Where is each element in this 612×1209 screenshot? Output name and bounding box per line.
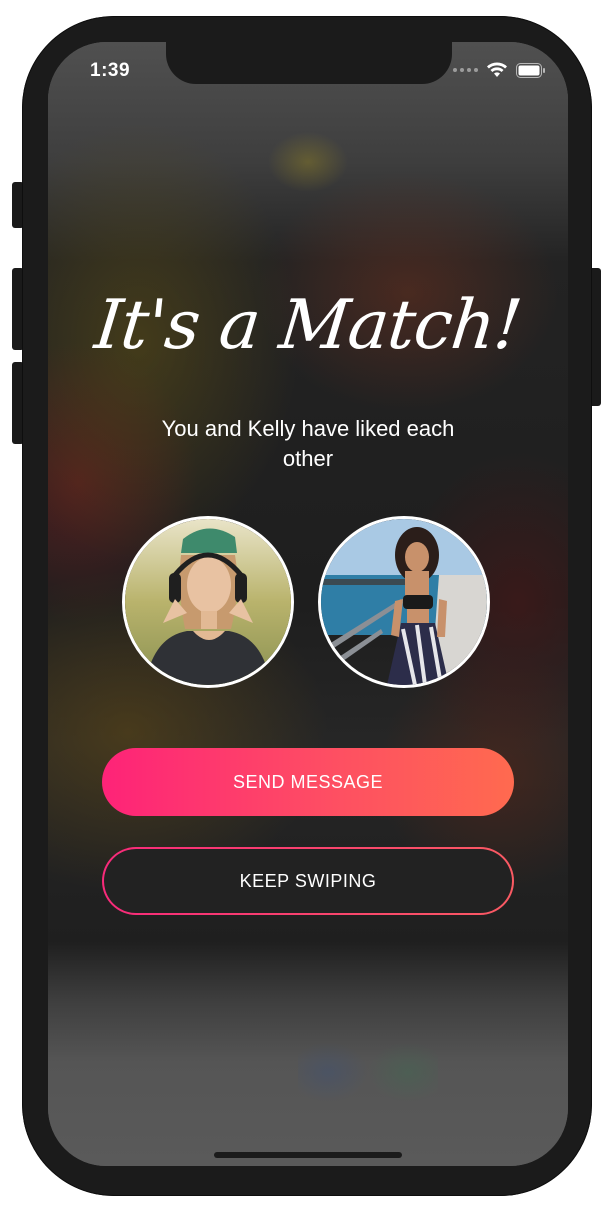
woman-by-the-sea-photo-icon — [321, 519, 487, 685]
status-icons — [453, 62, 546, 78]
home-indicator[interactable] — [214, 1152, 402, 1158]
match-screen: 1:39 It's a Match! You and Kelly have li… — [48, 42, 568, 1166]
blurred-dock — [298, 1042, 438, 1102]
send-message-button[interactable]: SEND MESSAGE — [102, 748, 514, 816]
cellular-signal-icon — [453, 68, 478, 72]
keep-swiping-button[interactable]: KEEP SWIPING — [102, 847, 514, 915]
match-subtitle: You and Kelly have liked each other — [161, 416, 455, 471]
kelly-profile-avatar — [318, 516, 490, 688]
wifi-icon — [487, 62, 507, 77]
match-title: It's a Match! — [91, 286, 525, 365]
notch — [166, 42, 452, 84]
woman-with-headphones-photo-icon — [125, 519, 291, 685]
battery-icon — [516, 62, 545, 78]
status-time: 1:39 — [90, 60, 131, 81]
my-profile-avatar — [122, 516, 294, 688]
